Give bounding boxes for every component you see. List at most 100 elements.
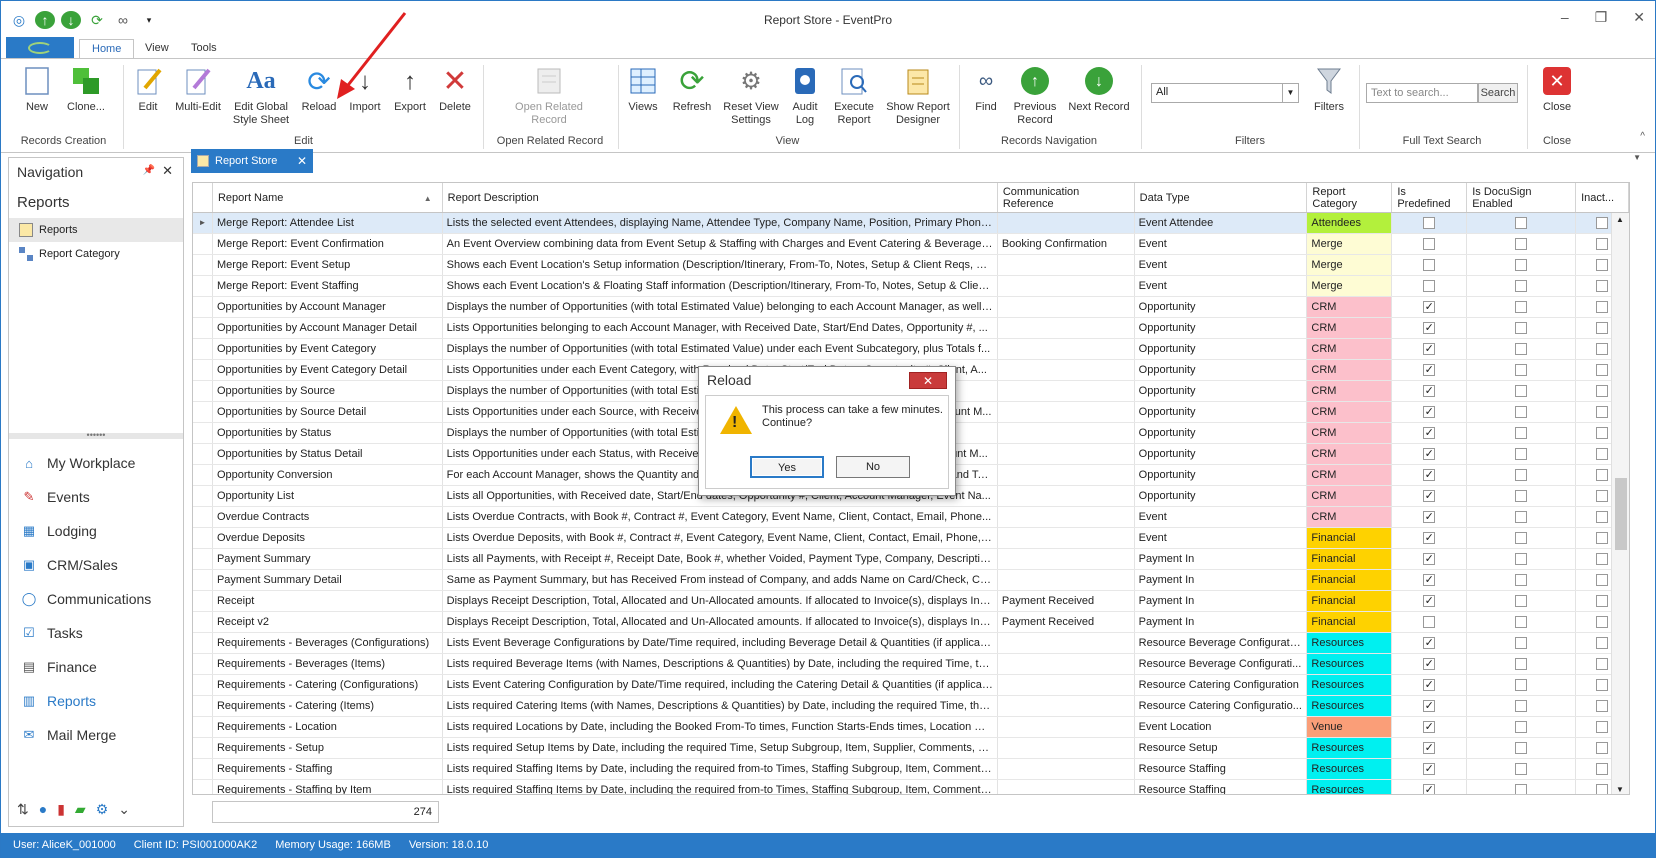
inactive-checkbox[interactable] <box>1596 238 1609 251</box>
nav-item-report-category[interactable]: Report Category <box>9 242 183 266</box>
cell-is-docusign[interactable] <box>1467 591 1577 611</box>
predefined-checkbox[interactable]: ✓ <box>1423 385 1436 398</box>
predefined-checkbox[interactable]: ✓ <box>1423 301 1436 314</box>
cell-report-description[interactable]: Same as Payment Summary, but has Receive… <box>443 570 998 590</box>
cell-data-type[interactable]: Opportunity <box>1135 402 1308 422</box>
pin-icon[interactable]: 📌 <box>143 165 155 176</box>
docusign-checkbox[interactable] <box>1515 637 1528 650</box>
docusign-checkbox[interactable] <box>1515 322 1528 335</box>
cell-report-description[interactable]: Displays the number of Opportunities (wi… <box>443 339 998 359</box>
cell-is-docusign[interactable] <box>1467 276 1577 296</box>
docusign-checkbox[interactable] <box>1515 217 1528 230</box>
cell-report-category[interactable]: Resources <box>1307 696 1393 716</box>
cell-report-name[interactable]: Requirements - Location <box>213 717 443 737</box>
docusign-checkbox[interactable] <box>1515 595 1528 608</box>
next-record-button[interactable]: ↓ Next Record <box>1067 65 1131 114</box>
table-row[interactable]: Requirements - Staffing by Item Lists req… <box>193 780 1629 794</box>
cell-data-type[interactable]: Opportunity <box>1135 360 1308 380</box>
col-communication-reference[interactable]: Communication Reference <box>998 183 1135 212</box>
cell-report-category[interactable]: Resources <box>1307 738 1393 758</box>
tab-view[interactable]: View <box>133 39 181 59</box>
predefined-checkbox[interactable]: ✓ <box>1423 343 1436 356</box>
docusign-checkbox[interactable] <box>1515 574 1528 587</box>
close-panel-icon[interactable]: ✕ <box>162 163 173 179</box>
predefined-checkbox[interactable]: ✓ <box>1423 637 1436 650</box>
table-row[interactable]: Payment Summary Lists all Payments, with … <box>193 549 1629 570</box>
cell-report-name[interactable]: Overdue Contracts <box>213 507 443 527</box>
inactive-checkbox[interactable] <box>1596 553 1609 566</box>
predefined-checkbox[interactable]: ✓ <box>1423 763 1436 776</box>
cell-is-docusign[interactable] <box>1467 360 1577 380</box>
cell-communication-reference[interactable] <box>998 486 1135 506</box>
refresh-button[interactable]: ⟳ Refresh <box>671 65 713 114</box>
views-button[interactable]: Views <box>625 65 661 114</box>
cell-is-predefined[interactable] <box>1392 234 1468 254</box>
module-tasks[interactable]: ☑ Tasks <box>9 616 183 650</box>
inactive-checkbox[interactable] <box>1596 658 1609 671</box>
predefined-checkbox[interactable]: ✓ <box>1423 553 1436 566</box>
cell-report-name[interactable]: Receipt v2 <box>213 612 443 632</box>
docusign-checkbox[interactable] <box>1515 238 1528 251</box>
cell-communication-reference[interactable] <box>998 507 1135 527</box>
cell-communication-reference[interactable] <box>998 255 1135 275</box>
cell-data-type[interactable]: Opportunity <box>1135 465 1308 485</box>
table-row[interactable]: Merge Report: Event Confirmation An Event… <box>193 234 1629 255</box>
docusign-checkbox[interactable] <box>1515 385 1528 398</box>
cell-data-type[interactable]: Opportunity <box>1135 423 1308 443</box>
cell-data-type[interactable]: Event <box>1135 507 1308 527</box>
inactive-checkbox[interactable] <box>1596 259 1609 272</box>
cell-data-type[interactable]: Resource Catering Configuration <box>1135 675 1308 695</box>
scroll-up-icon[interactable]: ▲ <box>1616 215 1624 224</box>
predefined-checkbox[interactable] <box>1423 280 1436 293</box>
docusign-checkbox[interactable] <box>1515 742 1528 755</box>
inactive-checkbox[interactable] <box>1596 616 1609 629</box>
docusign-checkbox[interactable] <box>1515 364 1528 377</box>
cell-is-docusign[interactable] <box>1467 696 1577 716</box>
cell-report-name[interactable]: Requirements - Staffing by Item <box>213 780 443 794</box>
cell-is-docusign[interactable] <box>1467 423 1577 443</box>
scroll-thumb[interactable] <box>1615 478 1627 550</box>
cell-communication-reference[interactable] <box>998 696 1135 716</box>
docusign-checkbox[interactable] <box>1515 343 1528 356</box>
cell-is-docusign[interactable] <box>1467 738 1577 758</box>
cell-communication-reference[interactable]: Booking Confirmation <box>998 234 1135 254</box>
cell-report-category[interactable]: CRM <box>1307 318 1393 338</box>
cell-is-predefined[interactable]: ✓ <box>1392 780 1468 794</box>
col-is-docusign[interactable]: Is DocuSign Enabled <box>1467 183 1577 212</box>
cell-data-type[interactable]: Resource Beverage Configuration <box>1135 633 1308 653</box>
cell-is-docusign[interactable] <box>1467 255 1577 275</box>
predefined-checkbox[interactable]: ✓ <box>1423 574 1436 587</box>
table-row[interactable]: Requirements - Location Lists required Lo… <box>193 717 1629 738</box>
cell-is-predefined[interactable]: ✓ <box>1392 423 1468 443</box>
cell-report-category[interactable]: Resources <box>1307 633 1393 653</box>
cell-report-description[interactable]: Displays Receipt Description, Total, All… <box>443 612 998 632</box>
predefined-checkbox[interactable]: ✓ <box>1423 742 1436 755</box>
tab-report-store[interactable]: Report Store ✕ <box>191 149 313 173</box>
predefined-checkbox[interactable]: ✓ <box>1423 658 1436 671</box>
settings-gear-icon[interactable]: ⚙ <box>96 801 109 818</box>
docusign-checkbox[interactable] <box>1515 784 1528 794</box>
module-reports[interactable]: ▥ Reports <box>9 684 183 718</box>
cell-report-description[interactable]: Lists all Payments, with Receipt #, Rece… <box>443 549 998 569</box>
cell-is-docusign[interactable] <box>1467 234 1577 254</box>
table-row[interactable]: Receipt Displays Receipt Description, Tot… <box>193 591 1629 612</box>
inactive-checkbox[interactable] <box>1596 532 1609 545</box>
reset-view-settings-button[interactable]: ⚙ Reset View Settings <box>721 65 781 127</box>
cell-is-predefined[interactable]: ✓ <box>1392 738 1468 758</box>
cell-communication-reference[interactable] <box>998 402 1135 422</box>
cell-report-name[interactable]: Requirements - Staffing <box>213 759 443 779</box>
cell-is-predefined[interactable]: ✓ <box>1392 339 1468 359</box>
cell-report-name[interactable]: Opportunity Conversion <box>213 465 443 485</box>
cell-report-name[interactable]: Opportunities by Account Manager <box>213 297 443 317</box>
no-button[interactable]: No <box>836 456 910 478</box>
cell-communication-reference[interactable] <box>998 528 1135 548</box>
cell-data-type[interactable]: Event Attendee <box>1135 213 1308 233</box>
cell-report-description[interactable]: Lists Opportunities belonging to each Ac… <box>443 318 998 338</box>
execute-report-button[interactable]: Execute Report <box>831 65 877 127</box>
cell-report-description[interactable]: Lists required Locations by Date, includ… <box>443 717 998 737</box>
cell-report-description[interactable]: Lists Event Beverage Configurations by D… <box>443 633 998 653</box>
cell-report-category[interactable]: CRM <box>1307 402 1393 422</box>
cell-is-predefined[interactable]: ✓ <box>1392 507 1468 527</box>
docusign-checkbox[interactable] <box>1515 301 1528 314</box>
predefined-checkbox[interactable]: ✓ <box>1423 532 1436 545</box>
